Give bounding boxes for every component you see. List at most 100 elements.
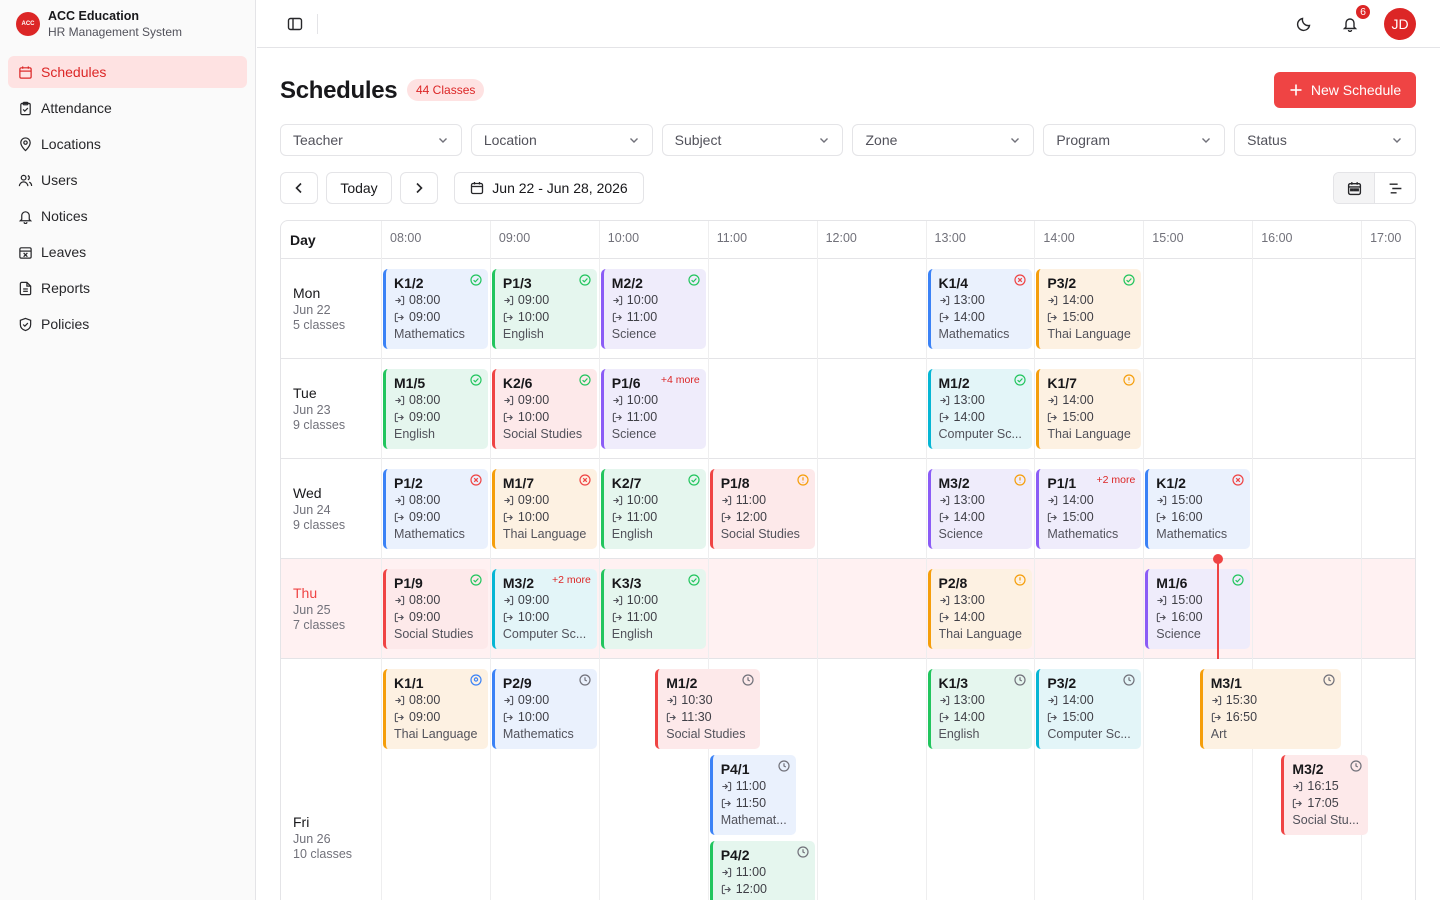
start-time: 09:00 [503, 492, 597, 509]
user-avatar[interactable]: JD [1384, 8, 1416, 40]
start-time-value: 15:30 [1225, 693, 1258, 707]
panel-left-icon [287, 17, 303, 30]
class-card[interactable]: P4/1 11:00 11:50 Mathemat... [709, 755, 797, 835]
end-time-value: 15:00 [1062, 410, 1094, 424]
notifications-button[interactable]: 6 [1338, 3, 1372, 36]
end-time: 12:00 [721, 881, 815, 898]
class-card[interactable]: M3/2 09:00 10:00 Computer Sc... +2 more [491, 569, 597, 649]
class-card[interactable]: P2/8 13:00 14:00 Thai Language [927, 569, 1033, 649]
class-card[interactable]: M1/7 09:00 10:00 Thai Language [491, 469, 597, 549]
status-clock-icon [796, 846, 809, 858]
filter-program-select[interactable]: Program [1043, 124, 1226, 156]
more-classes-link[interactable]: +2 more [552, 574, 591, 586]
classes-count-badge: 44 Classes [407, 79, 485, 101]
hour-gridline [1034, 259, 1036, 900]
next-week-button[interactable] [400, 172, 438, 204]
filter-teacher-select[interactable]: Teacher [280, 124, 462, 156]
sidebar-item-label: Users [41, 172, 78, 188]
start-time-value: 13:00 [953, 693, 985, 707]
class-card[interactable]: K1/3 13:00 14:00 English [927, 669, 1033, 749]
sidebar-item-schedules[interactable]: Schedules [8, 56, 247, 88]
class-card[interactable]: P1/2 08:00 09:00 Mathematics [383, 469, 488, 549]
calendar-view-button[interactable] [1334, 173, 1375, 203]
status-x-icon [579, 474, 591, 486]
end-time-value: 15:00 [1062, 710, 1094, 724]
status-check-icon [1014, 374, 1026, 386]
end-time-value: 14:00 [953, 710, 985, 724]
class-card[interactable]: M1/5 08:00 09:00 English [383, 369, 488, 449]
chevron-down-icon [1202, 138, 1211, 143]
class-card[interactable]: M1/2 13:00 14:00 Computer Sc... [927, 369, 1033, 449]
sidebar-item-reports[interactable]: Reports [8, 272, 247, 304]
filter-location-select[interactable]: Location [470, 124, 653, 156]
prev-week-button[interactable] [280, 172, 318, 204]
new-schedule-button[interactable]: New Schedule [1274, 72, 1416, 108]
brand[interactable]: ACC ACC Education HR Management System [0, 0, 255, 48]
start-time-value: 08:00 [409, 393, 441, 407]
end-time-value: 12:00 [735, 882, 767, 896]
sidebar-item-label: Policies [41, 316, 90, 332]
class-card[interactable]: K2/6 09:00 10:00 Social Studies [491, 369, 597, 449]
day-column-header: Day [290, 232, 316, 248]
check-out-icon [394, 612, 404, 623]
today-button[interactable]: Today [326, 172, 392, 204]
class-card[interactable]: P1/9 08:00 09:00 Social Studies [383, 569, 488, 649]
end-time: 14:00 [939, 609, 1033, 626]
date-range-picker[interactable]: Jun 22 - Jun 28, 2026 [454, 172, 644, 204]
class-card[interactable]: K1/2 15:00 16:00 Mathematics [1145, 469, 1251, 549]
check-in-icon [1157, 495, 1167, 506]
class-card[interactable]: M3/1 15:30 16:50 Art [1199, 669, 1341, 749]
class-card[interactable]: P3/2 14:00 15:00 Thai Language [1036, 269, 1142, 349]
class-card[interactable]: P1/3 09:00 10:00 English [491, 269, 597, 349]
class-subject: English [394, 427, 435, 441]
class-card[interactable]: K1/1 08:00 09:00 Thai Language [383, 669, 488, 749]
class-card[interactable]: M1/6 15:00 16:00 Science [1145, 569, 1251, 649]
start-time: 09:00 [503, 392, 597, 409]
class-card[interactable]: M2/2 10:00 11:00 Science [600, 269, 706, 349]
start-time: 14:00 [1047, 692, 1141, 709]
class-subject: Computer Sc... [938, 427, 1022, 441]
sidebar-toggle-button[interactable] [283, 12, 307, 36]
class-card[interactable]: P1/8 11:00 12:00 Social Studies [709, 469, 815, 549]
class-card[interactable]: K1/2 08:00 09:00 Mathematics [383, 269, 488, 349]
class-card[interactable]: P1/1 14:00 15:00 Mathematics +2 more [1036, 469, 1142, 549]
class-card[interactable]: M3/2 13:00 14:00 Science [927, 469, 1033, 549]
theme-toggle-button[interactable] [1292, 12, 1316, 36]
hour-label: 09:00 [498, 231, 531, 245]
more-classes-link[interactable]: +2 more [1096, 474, 1135, 486]
end-time-value: 09:00 [409, 710, 441, 724]
end-time-value: 11:30 [681, 710, 712, 724]
class-card[interactable]: K2/7 10:00 11:00 English [600, 469, 706, 549]
filter-status-select[interactable]: Status [1234, 124, 1416, 156]
sidebar-item-policies[interactable]: Policies [8, 308, 247, 340]
check-in-icon [939, 395, 949, 406]
class-card[interactable]: P1/6 10:00 11:00 Science +4 more [600, 369, 706, 449]
class-card[interactable]: P3/2 14:00 15:00 Computer Sc... [1036, 669, 1142, 749]
class-card[interactable]: P4/2 11:00 12:00 [709, 841, 815, 900]
sidebar-item-leaves[interactable]: Leaves [8, 236, 247, 268]
sidebar-item-attendance[interactable]: Attendance [8, 92, 247, 124]
class-card[interactable]: K3/3 10:00 11:00 English [600, 569, 706, 649]
class-card[interactable]: K1/4 13:00 14:00 Mathematics [927, 269, 1033, 349]
start-time: 13:00 [939, 692, 1033, 709]
more-classes-link[interactable]: +4 more [661, 374, 700, 386]
sidebar-item-users[interactable]: Users [8, 164, 247, 196]
class-card[interactable]: K1/7 14:00 15:00 Thai Language [1036, 369, 1142, 449]
end-time: 14:00 [939, 309, 1033, 326]
filter-zone-select[interactable]: Zone [852, 124, 1035, 156]
class-card[interactable]: M3/2 16:15 17:05 Social Stu... [1281, 755, 1369, 835]
timeline-icon [1389, 183, 1401, 193]
end-time-value: 16:00 [1171, 510, 1203, 524]
end-time-value: 11:00 [626, 510, 658, 524]
start-time-value: 10:00 [626, 493, 659, 507]
timeline-view-button[interactable] [1375, 173, 1415, 203]
start-time: 09:00 [503, 292, 597, 309]
check-in-icon [722, 781, 731, 792]
filter-subject-select[interactable]: Subject [661, 124, 844, 156]
class-subject: Social Studies [394, 627, 474, 641]
class-subject: Computer Sc... [502, 627, 587, 641]
class-card[interactable]: M1/2 10:30 11:30 Social Studies [655, 669, 761, 749]
sidebar-item-locations[interactable]: Locations [8, 128, 247, 160]
class-card[interactable]: P2/9 09:00 10:00 Mathematics [491, 669, 597, 749]
sidebar-item-notices[interactable]: Notices [8, 200, 247, 232]
